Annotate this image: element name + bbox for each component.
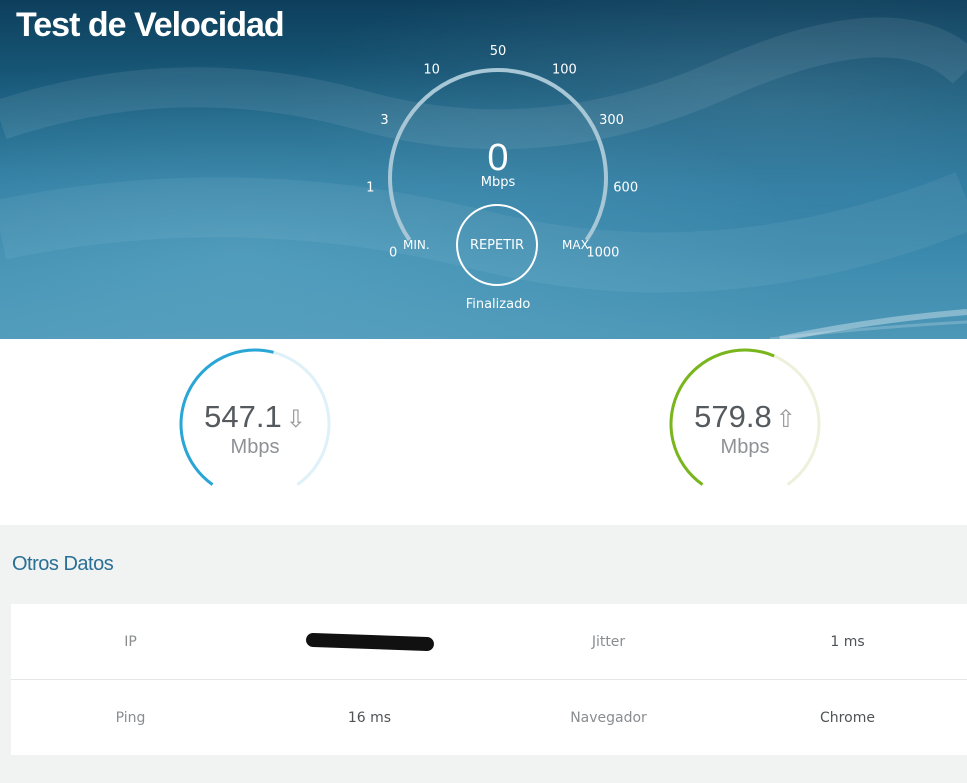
repeat-button[interactable]: REPETIR xyxy=(456,204,538,286)
download-result: 547.1 ⇩ xyxy=(175,399,335,435)
current-speed-unit: Mbps xyxy=(480,175,516,190)
other-data-title: Otros Datos xyxy=(12,553,114,575)
test-status: Finalizado xyxy=(465,297,531,312)
table-row: IP Jitter 1 ms xyxy=(11,604,967,680)
arrow-down-icon: ⇩ xyxy=(285,406,306,433)
gauge-max-label: MAX. xyxy=(562,238,593,252)
upload-unit: Mbps xyxy=(720,436,770,458)
gauge-scale-label: 600 xyxy=(613,180,638,195)
table-row: Ping 16 ms Navegador Chrome xyxy=(11,679,967,755)
ip-redaction-mark xyxy=(305,632,434,651)
jitter-label: Jitter xyxy=(591,633,626,650)
results-panel: 547.1 ⇩ Mbps 579.8 ⇧ Mbps xyxy=(0,339,967,525)
gauge-scale-label: 1 xyxy=(366,180,374,195)
gauge-scale-label: 100 xyxy=(552,63,577,78)
gauge-min-label: MIN. xyxy=(403,238,430,252)
gauge-scale-label: 50 xyxy=(490,44,507,59)
ping-label: Ping xyxy=(11,679,250,755)
download-value: 547.1 xyxy=(204,399,282,434)
gauge-scale-label: 10 xyxy=(423,63,440,78)
jitter-value: 1 ms xyxy=(830,633,865,650)
current-speed-value: 0 xyxy=(487,137,509,179)
download-unit: Mbps xyxy=(230,436,280,458)
upload-result: 579.8 ⇧ xyxy=(665,399,825,435)
hero-banner: Test de Velocidad 0 1 3 10 50 100 300 600 1000 0… xyxy=(0,0,967,339)
browser-value: Chrome xyxy=(728,679,967,755)
gauge-scale-label: 0 xyxy=(389,245,397,260)
gauge-scale-label: 300 xyxy=(599,113,624,128)
ip-label: IP xyxy=(124,633,137,650)
upload-value: 579.8 xyxy=(694,399,772,434)
ping-value: 16 ms xyxy=(250,679,489,755)
ip-value xyxy=(250,604,489,680)
gauge-scale-label: 3 xyxy=(380,113,388,128)
browser-label: Navegador xyxy=(489,679,728,755)
arrow-up-icon: ⇧ xyxy=(775,406,796,433)
other-data-table: IP Jitter 1 ms Ping 16 ms Navegador Chro… xyxy=(11,604,967,755)
